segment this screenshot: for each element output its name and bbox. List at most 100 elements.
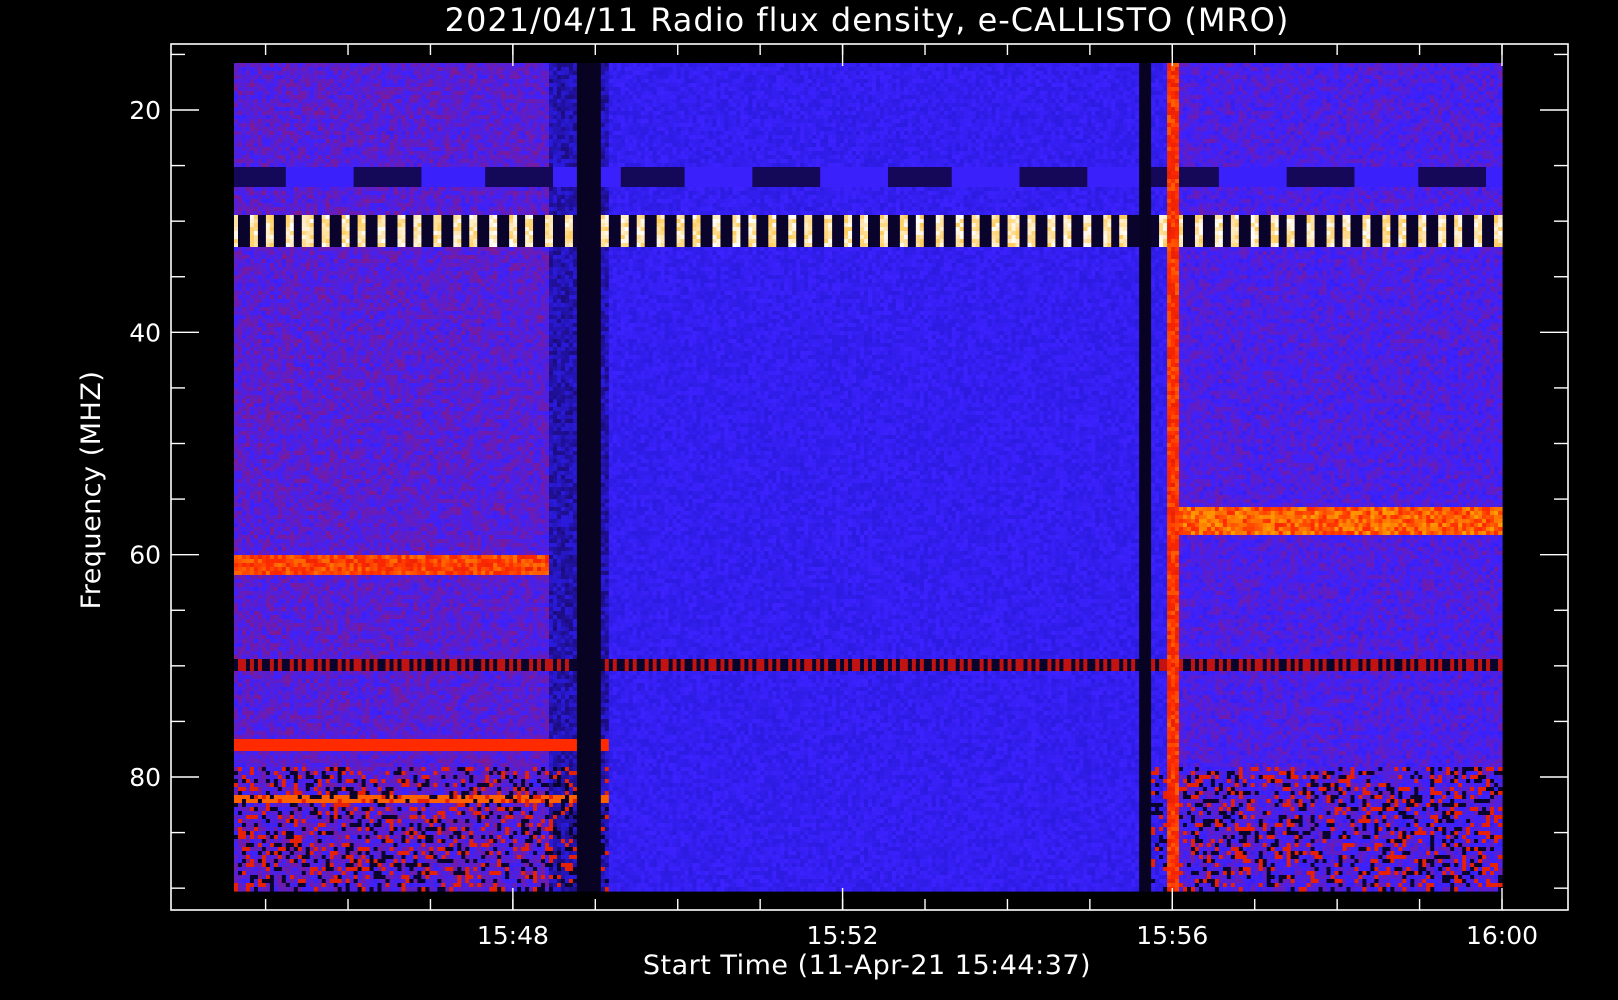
heatmap-cell [645,71,650,76]
heatmap-cell [844,87,849,92]
heatmap-cell [589,83,594,88]
heatmap-cell [788,63,793,68]
heatmap-cell [1418,63,1423,68]
heatmap-cell [1335,71,1340,76]
heatmap-cell [354,79,359,84]
heatmap-cell [425,75,430,80]
heatmap-cell [1035,63,1040,68]
heatmap-cell [1083,67,1088,72]
heatmap-cell [362,67,367,72]
heatmap-cell [720,75,725,80]
heatmap-cell [573,71,578,76]
heatmap-cell [338,75,343,80]
heatmap-cell [1466,71,1471,76]
heatmap-cell [433,67,438,72]
heatmap-cell [429,63,434,68]
heatmap-cell [1239,87,1244,92]
heatmap-cell [928,87,933,92]
heatmap-cell [653,67,658,72]
heatmap-cell [988,79,993,84]
heatmap-cell [1470,75,1475,80]
heatmap-cell [836,75,841,80]
heatmap-cell [370,87,375,92]
heatmap-cell [685,71,690,76]
heatmap-cell [697,83,702,88]
heatmap-cell [689,71,694,76]
heatmap-cell [322,83,327,88]
heatmap-cell [720,79,725,84]
heatmap-cell [1390,75,1395,80]
heatmap-cell [972,71,977,76]
heatmap-cell [1219,71,1224,76]
heatmap-cell [724,87,729,92]
heatmap-cell [637,75,642,80]
heatmap-cell [1099,87,1104,92]
heatmap-cell [1203,75,1208,80]
heatmap-cell [888,63,893,68]
heatmap-cell [370,83,375,88]
heatmap-cell [421,63,426,68]
heatmap-cell [346,67,351,72]
heatmap-cell [792,71,797,76]
heatmap-cell [457,75,462,80]
heatmap-cell [394,79,399,84]
heatmap-cell [1335,83,1340,88]
heatmap-cell [306,63,311,68]
heatmap-cell [401,87,406,92]
heatmap-cell [653,75,658,80]
heatmap-cell [1331,79,1336,84]
heatmap-cell [748,67,753,72]
heatmap-cell [409,71,414,76]
heatmap-cell [1410,79,1415,84]
heatmap-cell [1159,67,1164,72]
heatmap-cell [409,63,414,68]
heatmap-cell [1203,83,1208,88]
heatmap-cell [1402,67,1407,72]
heatmap-cell [1283,87,1288,92]
heatmap-cell [1323,75,1328,80]
heatmap-cell [860,83,865,88]
heatmap-cell [1211,71,1216,76]
heatmap-cell [1406,75,1411,80]
heatmap-cell [1107,63,1112,68]
heatmap-cell [1155,63,1160,68]
heatmap-cell [274,75,279,80]
heatmap-cell [1207,83,1212,88]
heatmap-cell [477,79,482,84]
heatmap-cell [1067,79,1072,84]
heatmap-cell [489,71,494,76]
heatmap-cell [673,71,678,76]
heatmap-cell [657,75,662,80]
heatmap-cell [1370,87,1375,92]
heatmap-cell [625,83,630,88]
heatmap-cell [1099,67,1104,72]
heatmap-cell [780,83,785,88]
heatmap-cell [593,63,598,68]
heatmap-cell [1434,75,1439,80]
heatmap-cell [497,71,502,76]
heatmap-cell [1382,87,1387,92]
heatmap-cell [569,67,574,72]
heatmap-cell [1494,87,1499,92]
heatmap-cell [1231,71,1236,76]
heatmap-cell [1474,87,1479,92]
heatmap-cell [1255,67,1260,72]
heatmap-cell [1179,63,1184,68]
heatmap-cell [1163,63,1168,68]
heatmap-cell [1291,75,1296,80]
heatmap-cell [1016,63,1021,68]
heatmap-cell [736,75,741,80]
heatmap-cell [1410,71,1415,76]
heatmap-cell [880,67,885,72]
heatmap-cell [1319,71,1324,76]
heatmap-cell [294,79,299,84]
heatmap-cell [1323,79,1328,84]
heatmap-cell [712,87,717,92]
heatmap-cell [417,87,422,92]
heatmap-cell [238,83,243,88]
heatmap-cell [1466,63,1471,68]
heatmap-cell [1398,79,1403,84]
heatmap-cell [397,67,402,72]
heatmap-cell [1099,79,1104,84]
heatmap-cell [537,67,542,72]
